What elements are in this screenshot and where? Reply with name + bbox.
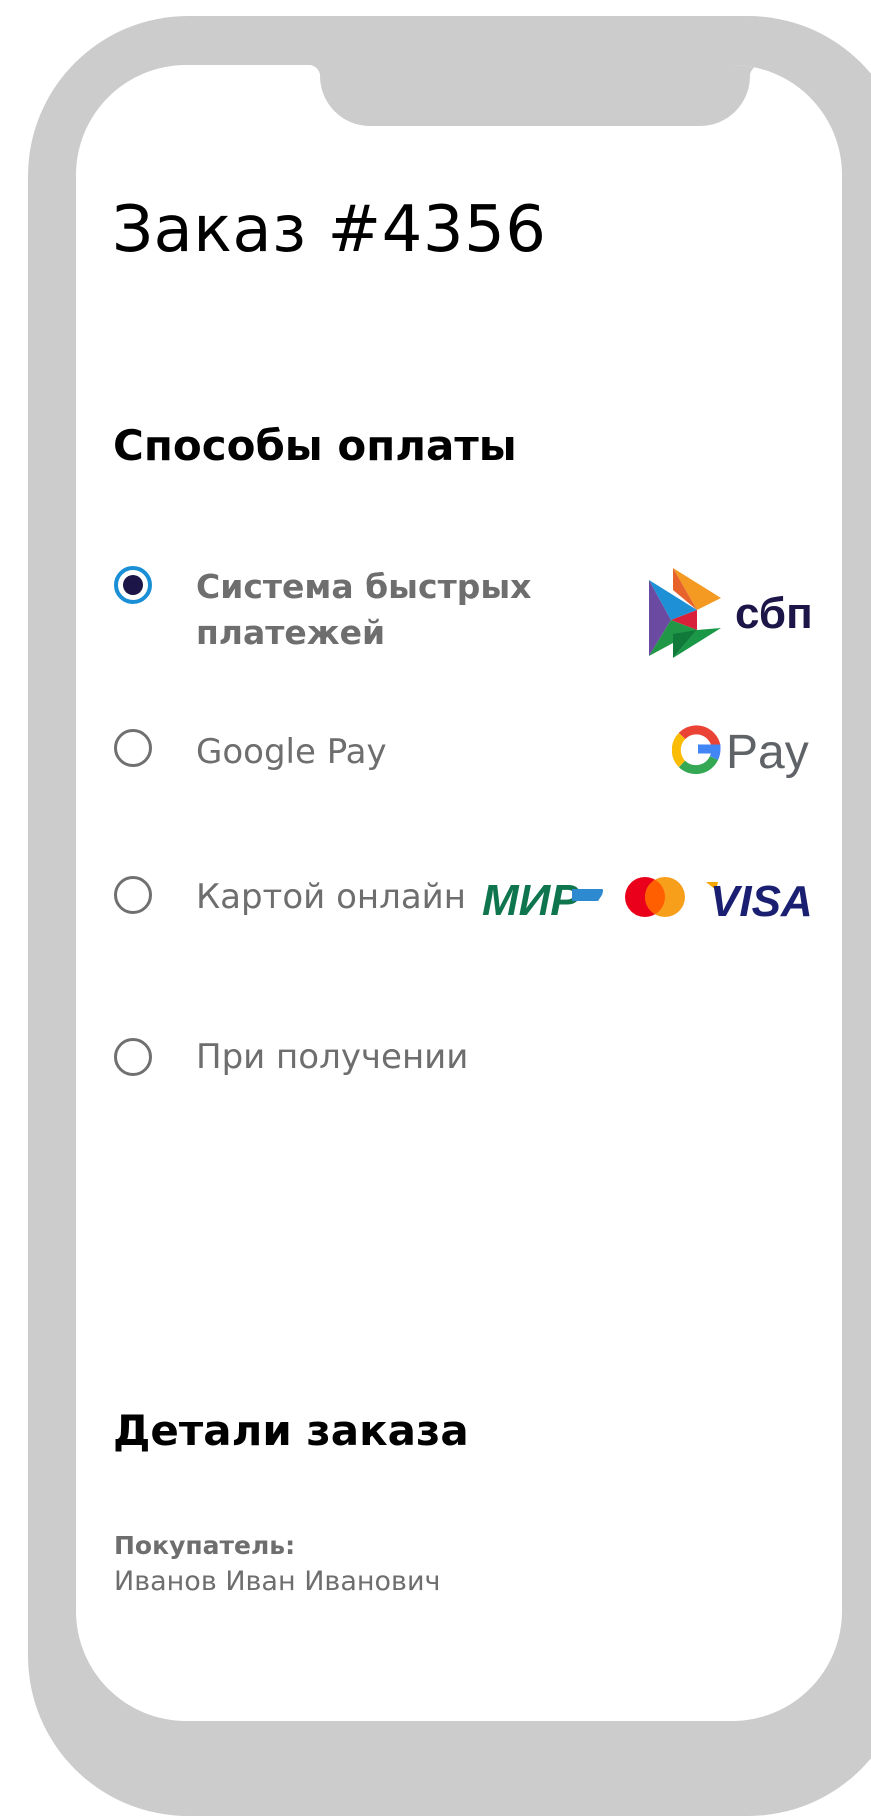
option-label-card-online[interactable]: Картой онлайн [196,874,466,920]
option-label-google-pay[interactable]: Google Pay [196,729,387,775]
option-label-sbp-line2: платежей [196,613,386,652]
phone-notch [308,65,762,126]
option-label-sbp-line1: Система быстрых [196,567,532,606]
radio-google-pay[interactable] [114,729,152,767]
visa-logo-icon: VISA [706,877,813,920]
radio-on-delivery[interactable] [114,1038,152,1076]
order-details-heading: Детали заказа [113,1406,469,1455]
visa-logo-text: VISA [710,877,813,920]
buyer-label: Покупатель: [114,1531,296,1560]
mir-logo-text: МИР [482,879,580,919]
option-label-sbp[interactable]: Система быстрых платежей [196,564,531,656]
radio-card-online[interactable] [114,876,152,914]
payment-methods-heading: Способы оплаты [113,421,517,470]
page-title: Заказ #4356 [112,193,547,267]
mastercard-logo-icon [625,877,685,917]
sbp-logo-text: сбп [735,589,813,638]
sbp-logo-icon: сбп [649,568,813,658]
google-pay-logo-text: Pay [726,726,809,779]
radio-sbp[interactable] [114,566,152,604]
option-label-on-delivery[interactable]: При получении [196,1034,468,1080]
google-pay-logo-icon: Pay [672,725,809,779]
mir-logo-icon: МИР [482,879,603,919]
buyer-name: Иванов Иван Иванович [114,1566,441,1597]
